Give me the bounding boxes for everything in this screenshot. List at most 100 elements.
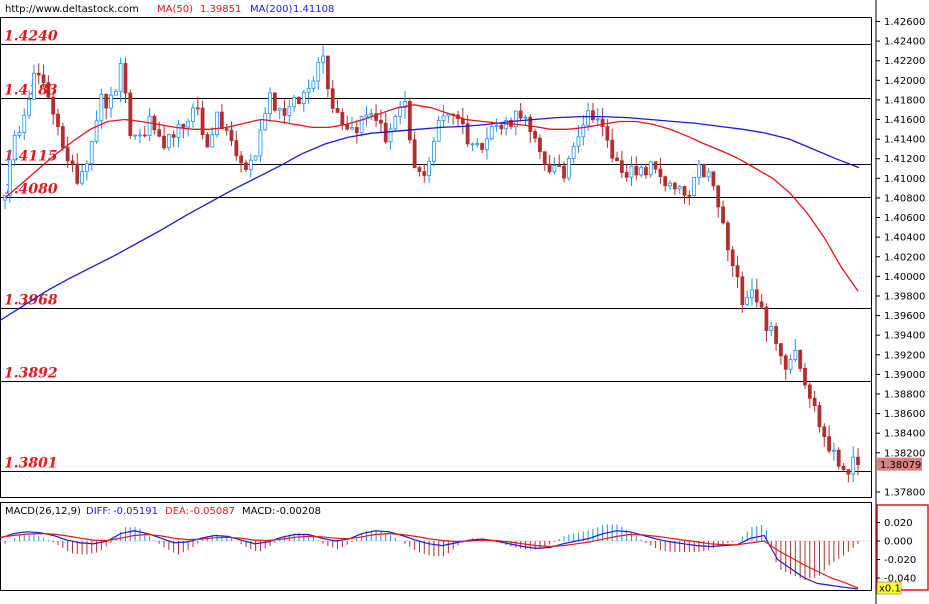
candle-body — [441, 115, 446, 121]
candle-body — [128, 92, 133, 136]
candle-body — [480, 143, 485, 150]
macd-macd-label: MACD: — [242, 506, 275, 517]
candle-body — [422, 171, 427, 176]
candle-body — [807, 384, 812, 399]
candle-body — [306, 87, 311, 93]
candle-body — [778, 343, 783, 357]
level-label: 1.3801 — [4, 456, 58, 472]
candle-body — [85, 163, 89, 173]
price-axis[interactable]: 1.42600 1.42400 1.42200 1.42000 1.41800 1.416… — [876, 17, 925, 499]
candle-body — [142, 134, 147, 137]
candle-body — [138, 134, 142, 137]
candle-body — [774, 326, 778, 344]
candle-body — [672, 182, 677, 190]
candle-body — [51, 96, 56, 115]
candle-body — [817, 405, 822, 428]
candle-body — [36, 72, 41, 76]
candle-body — [22, 114, 27, 134]
price-tick-label: 1.40200 — [884, 252, 925, 263]
level-label: 1.3892 — [4, 366, 58, 382]
candle-body — [219, 111, 224, 130]
candle-body — [836, 449, 841, 467]
candle-body — [195, 107, 200, 110]
candle-body — [364, 114, 369, 118]
candle-body — [268, 92, 272, 115]
candle-body — [499, 124, 504, 130]
ma50-value: 1.39851 — [200, 4, 241, 15]
price-tick-label: 1.39600 — [884, 311, 925, 322]
candle-body — [12, 134, 17, 161]
macd-diff-label: DIFF: — [86, 506, 111, 517]
candle-body — [562, 165, 566, 179]
candle-body — [822, 426, 827, 438]
candle-body — [427, 160, 431, 176]
candle-body — [311, 80, 316, 89]
moving-average-lines — [0, 104, 860, 322]
candle-body — [407, 101, 412, 141]
candle-body — [75, 163, 80, 184]
price-tick-label: 1.41200 — [884, 154, 925, 165]
candle-body — [258, 129, 263, 157]
candle-body — [191, 107, 195, 122]
candle-body — [653, 161, 658, 170]
macd-diff-value: -0.05191 — [113, 506, 158, 517]
price-tick-label: 1.38800 — [884, 389, 925, 400]
candle-body — [485, 138, 489, 150]
candle-body — [224, 128, 229, 131]
price-tick-label: 1.41800 — [884, 95, 925, 106]
candle-body — [123, 63, 128, 94]
candle-body — [523, 116, 528, 119]
candle-body — [832, 449, 836, 452]
price-tick-label: 1.42600 — [884, 17, 925, 28]
candle-body — [239, 155, 244, 164]
candle-body — [610, 139, 615, 159]
candle-body — [759, 301, 764, 308]
candle-body — [412, 139, 417, 168]
price-tick-label: 1.39200 — [884, 350, 925, 361]
macd-macd-value: -0.00208 — [276, 506, 321, 517]
candle-body — [692, 176, 697, 197]
candle-body — [234, 140, 239, 157]
candle-body — [330, 88, 335, 109]
current-price-label: 1.38079 — [880, 460, 921, 471]
scale-tag-label[interactable]: x0.1 — [879, 584, 901, 595]
candle-body — [60, 126, 65, 149]
candle-body — [335, 108, 340, 113]
site-url[interactable]: http://www.deltastock.com — [5, 4, 139, 15]
price-tick-label: 1.39000 — [884, 370, 925, 381]
candle-body — [94, 120, 99, 142]
candle-body — [176, 123, 181, 138]
price-tick-label: 1.42000 — [884, 76, 925, 87]
price-tick-label: 1.40600 — [884, 213, 925, 224]
candle-body — [470, 143, 475, 146]
candle-body — [629, 165, 634, 178]
candle-body — [432, 140, 436, 162]
candle-body — [272, 92, 277, 111]
candle-body — [340, 112, 345, 126]
candle-body — [301, 91, 306, 105]
candle-body — [248, 159, 253, 170]
candle-body — [750, 289, 754, 299]
price-tick-label: 1.41600 — [884, 115, 925, 126]
candle-body — [557, 165, 562, 167]
candle-body — [552, 165, 557, 173]
candle-body — [417, 167, 422, 172]
candle-body — [436, 120, 441, 142]
macd-dea-label: DEA: — [165, 506, 189, 517]
candle-body — [851, 456, 856, 475]
candle-body — [740, 276, 745, 305]
candle-body — [542, 151, 547, 165]
candle-body — [697, 164, 701, 178]
candle-body — [706, 171, 711, 178]
macd-dea-value: -0.05087 — [190, 506, 235, 517]
price-tick-label: 1.38600 — [884, 409, 925, 420]
price-tick-label: 1.40400 — [884, 233, 925, 244]
candle-body — [277, 108, 282, 111]
candle-body — [494, 124, 499, 127]
candle-body — [263, 113, 268, 131]
macd-diff-line — [0, 530, 859, 590]
candle-body — [730, 249, 735, 267]
price-tick-label: 1.39800 — [884, 291, 925, 302]
candle-body — [244, 162, 248, 170]
candle-body — [658, 168, 663, 178]
